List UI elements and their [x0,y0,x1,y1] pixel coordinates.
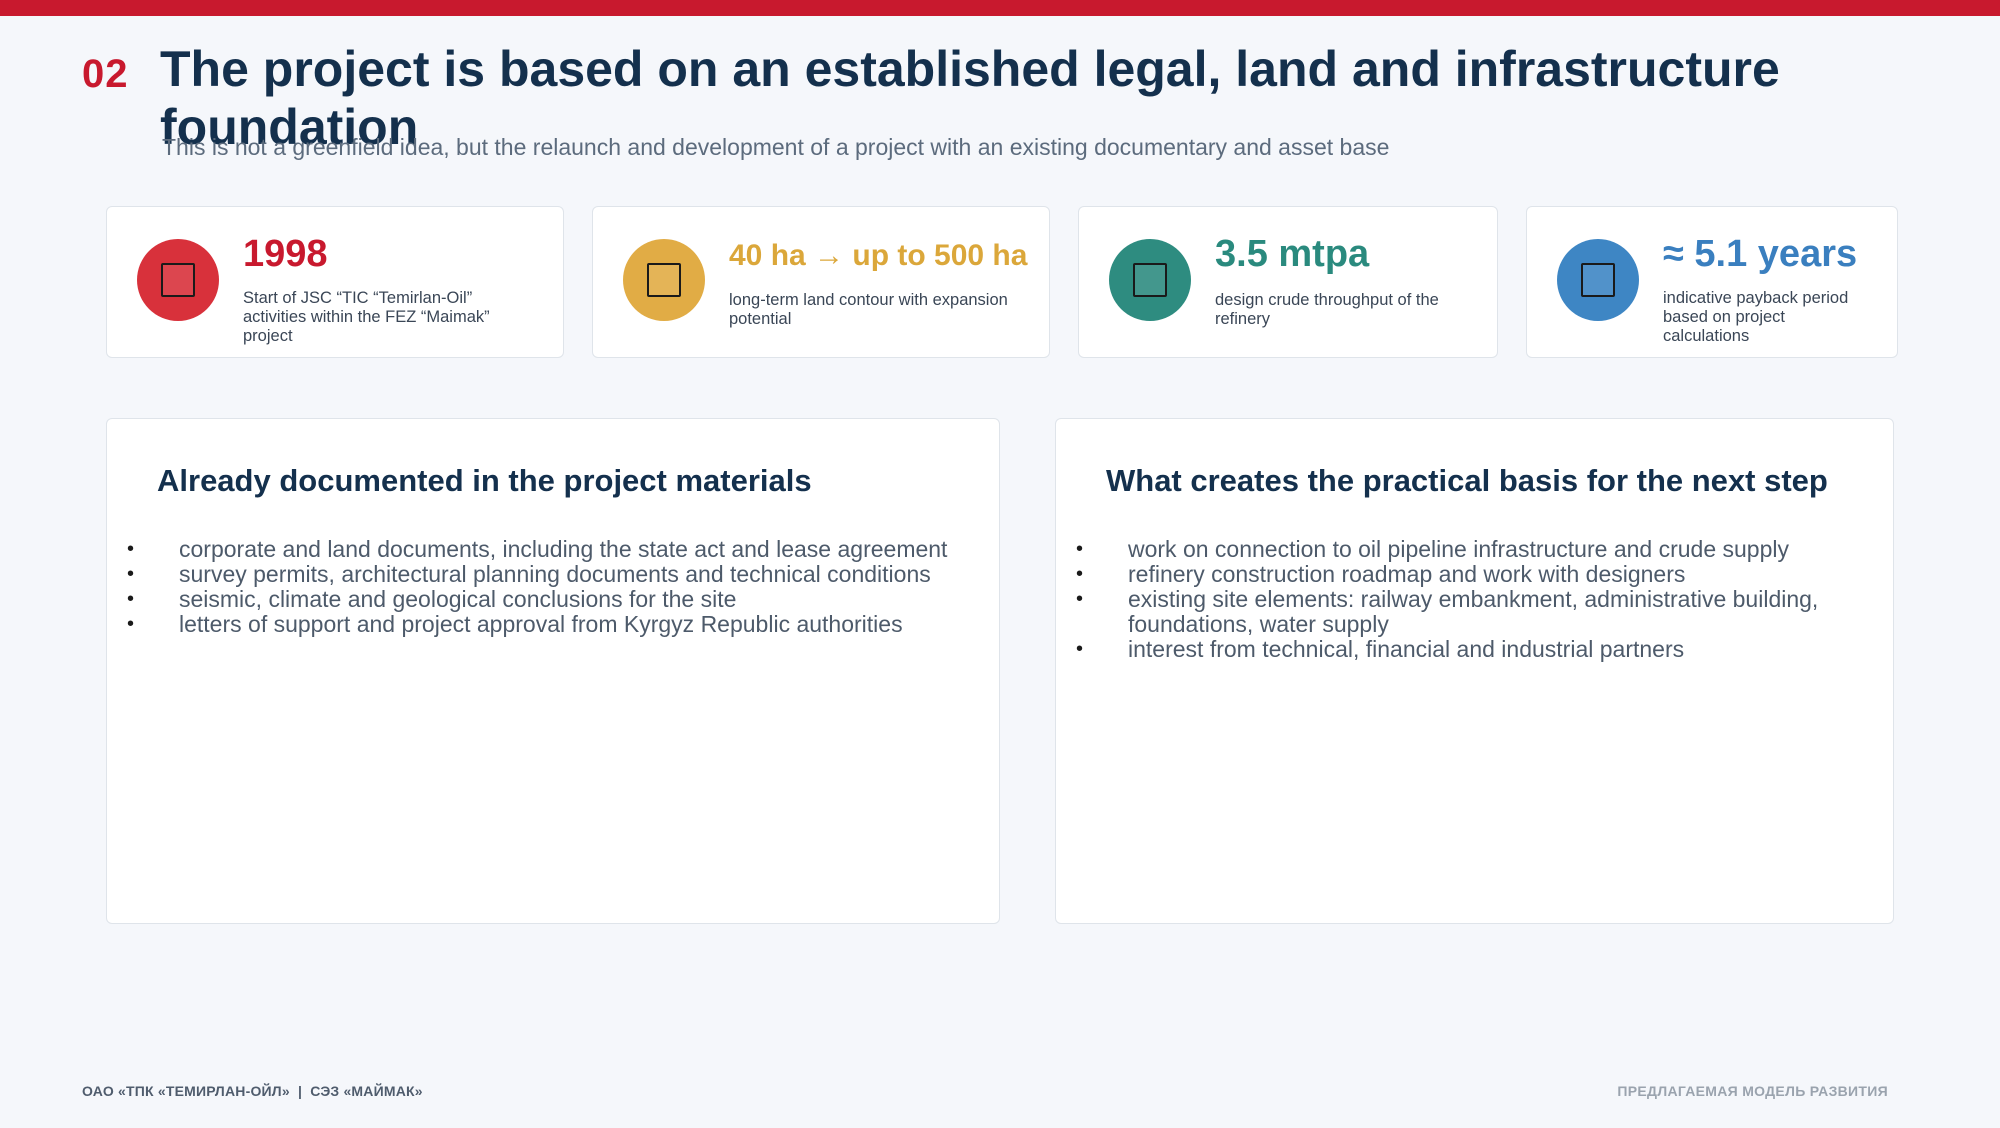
documented-list: • corporate and land documents, including… [127,537,987,637]
list-item: • survey permits, architectural planning … [127,561,931,587]
kpi-card-land: 40 ha → up to 500 ha long-term land cont… [592,206,1050,358]
kpi-card-payback: ≈ 5.1 years indicative payback period ba… [1526,206,1898,358]
bullet-icon: • [127,613,135,635]
footer-company: ОАО «ТПК «ТЕМИРЛАН-ОЙЛ» | СЭЗ «МАЙМАК» [82,1083,423,1099]
panel-heading: What creates the practical basis for the… [1106,463,1828,498]
bullet-icon: • [127,588,135,610]
bullet-icon: • [1076,638,1084,660]
list-item: • corporate and land documents, including… [127,536,948,562]
kpi-description: design crude throughput of the refinery [1215,291,1439,328]
slide-number: 02 [82,52,129,96]
kpi-value: 1998 [243,233,328,275]
top-accent-bar [0,0,2000,16]
square-icon [1109,239,1191,321]
panel-heading: Already documented in the project materi… [157,463,812,498]
kpi-card-year: 1998 Start of JSC “TIC “Temirlan-Oil” ac… [106,206,564,358]
square-icon [1557,239,1639,321]
basis-panel: What creates the practical basis for the… [1055,418,1894,924]
list-item: • letters of support and project approval… [127,611,903,637]
bullet-icon: • [127,563,135,585]
square-icon [623,239,705,321]
kpi-description: long-term land contour with expansion po… [729,291,1008,328]
slide-subtitle: This is not a greenfield idea, but the r… [162,134,1390,160]
bullet-icon: • [1076,563,1084,585]
kpi-value: 40 ha → up to 500 ha [729,239,1028,272]
kpi-value: ≈ 5.1 years [1663,233,1858,275]
list-item: • work on connection to oil pipeline infr… [1076,536,1789,562]
footer-section: ПРЕДЛАГАЕМАЯ МОДЕЛЬ РАЗВИТИЯ [1617,1083,1888,1099]
list-item: • seismic, climate and geological conclus… [127,586,737,612]
bullet-icon: • [1076,588,1084,610]
bullet-icon: • [127,538,135,560]
kpi-description: indicative payback period based on proje… [1663,289,1849,345]
kpi-description: Start of JSC “TIC “Temirlan-Oil” activit… [243,289,490,345]
list-item: • interest from technical, financial and … [1076,636,1685,662]
basis-list: • work on connection to oil pipeline infr… [1076,537,1856,662]
documented-panel: Already documented in the project materi… [106,418,1000,924]
kpi-value: 3.5 mtpa [1215,233,1370,275]
list-item: • existing site elements: railway embankm… [1076,586,1819,637]
list-item: • refinery construction roadmap and work … [1076,561,1686,587]
square-icon [137,239,219,321]
bullet-icon: • [1076,538,1084,560]
kpi-card-throughput: 3.5 mtpa design crude throughput of the … [1078,206,1498,358]
